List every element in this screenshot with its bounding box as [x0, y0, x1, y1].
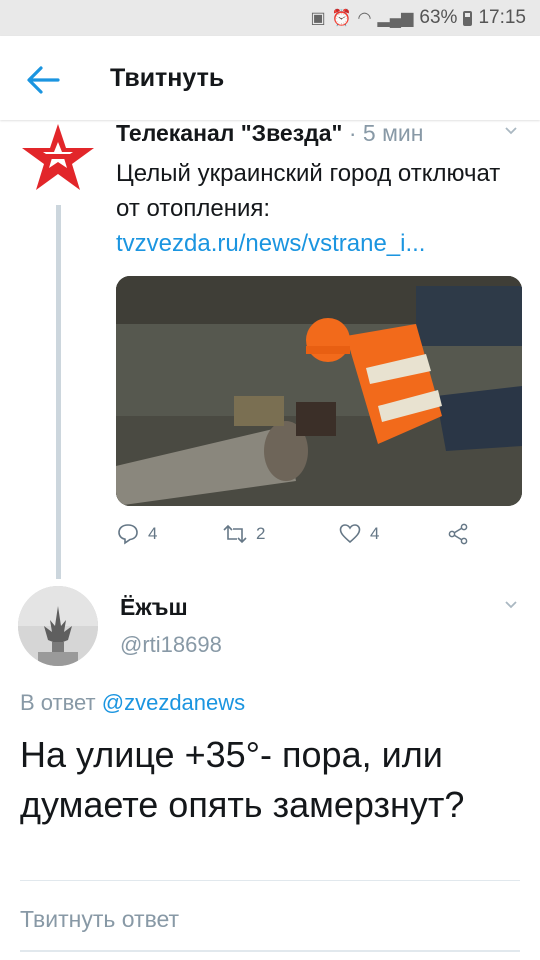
- in-reply-prefix: В ответ: [20, 690, 102, 715]
- battery-percent: 63%: [419, 7, 458, 28]
- share-icon: [448, 523, 468, 545]
- thread-line: [56, 205, 61, 579]
- status-bar: ▣ ⏰ ◠ ▂▄▆ 63% 17:15: [0, 0, 540, 36]
- like-count: 4: [370, 524, 380, 543]
- in-reply-mention[interactable]: @zvezdanews: [102, 690, 245, 715]
- reply-compose-input[interactable]: Твитнуть ответ: [20, 906, 179, 933]
- signal-icon: ▂▄▆: [377, 10, 414, 27]
- retweet-icon: [223, 524, 247, 544]
- app-bar: Твитнуть: [0, 36, 540, 120]
- avatar[interactable]: [18, 586, 98, 666]
- back-arrow-icon[interactable]: [24, 62, 64, 98]
- tweet-menu-chevron-icon[interactable]: [504, 124, 518, 138]
- retweet-count: 2: [256, 524, 266, 543]
- compose-underline: [20, 950, 520, 952]
- retweet-action[interactable]: 2: [222, 522, 265, 546]
- tweet-link[interactable]: tvzvezda.ru/news/vstrane_i...: [116, 230, 425, 258]
- reply-icon: [118, 524, 138, 545]
- alarm-icon: ⏰: [331, 10, 352, 27]
- in-reply-to: В ответ @zvezdanews: [20, 690, 245, 716]
- reply-text: На улице +35°- пора, или думаете опять з…: [20, 734, 465, 825]
- reply-count: 4: [148, 524, 158, 543]
- reply-author-name[interactable]: Ёжъш: [120, 594, 188, 621]
- tweet-separator: ·: [342, 120, 363, 146]
- share-action[interactable]: [446, 522, 470, 546]
- wifi-icon: ◠: [357, 10, 372, 27]
- tweet-header: Телеканал "Звезда" · 5 мин: [116, 120, 423, 147]
- heart-icon: [339, 524, 361, 544]
- reply-menu-chevron-icon[interactable]: [504, 598, 518, 612]
- tweet-timestamp: 5 мин: [362, 120, 424, 146]
- zvezda-logo-avatar[interactable]: [18, 120, 102, 200]
- like-action[interactable]: 4: [338, 522, 379, 546]
- battery-icon: [463, 10, 473, 26]
- tweet-media-image[interactable]: [116, 276, 522, 506]
- clock: 17:15: [478, 7, 526, 28]
- notification-icon: ▣: [310, 10, 326, 27]
- reply-author-handle[interactable]: @rti18698: [120, 632, 222, 658]
- tweet-actions: 4 2 4: [116, 522, 516, 552]
- tweet-author-name[interactable]: Телеканал "Звезда": [116, 120, 342, 146]
- divider: [20, 880, 520, 881]
- tweet-text: Целый украинский город отключат от отопл…: [116, 160, 501, 222]
- reply-action[interactable]: 4: [116, 522, 157, 546]
- page-title: Твитнуть: [110, 64, 225, 92]
